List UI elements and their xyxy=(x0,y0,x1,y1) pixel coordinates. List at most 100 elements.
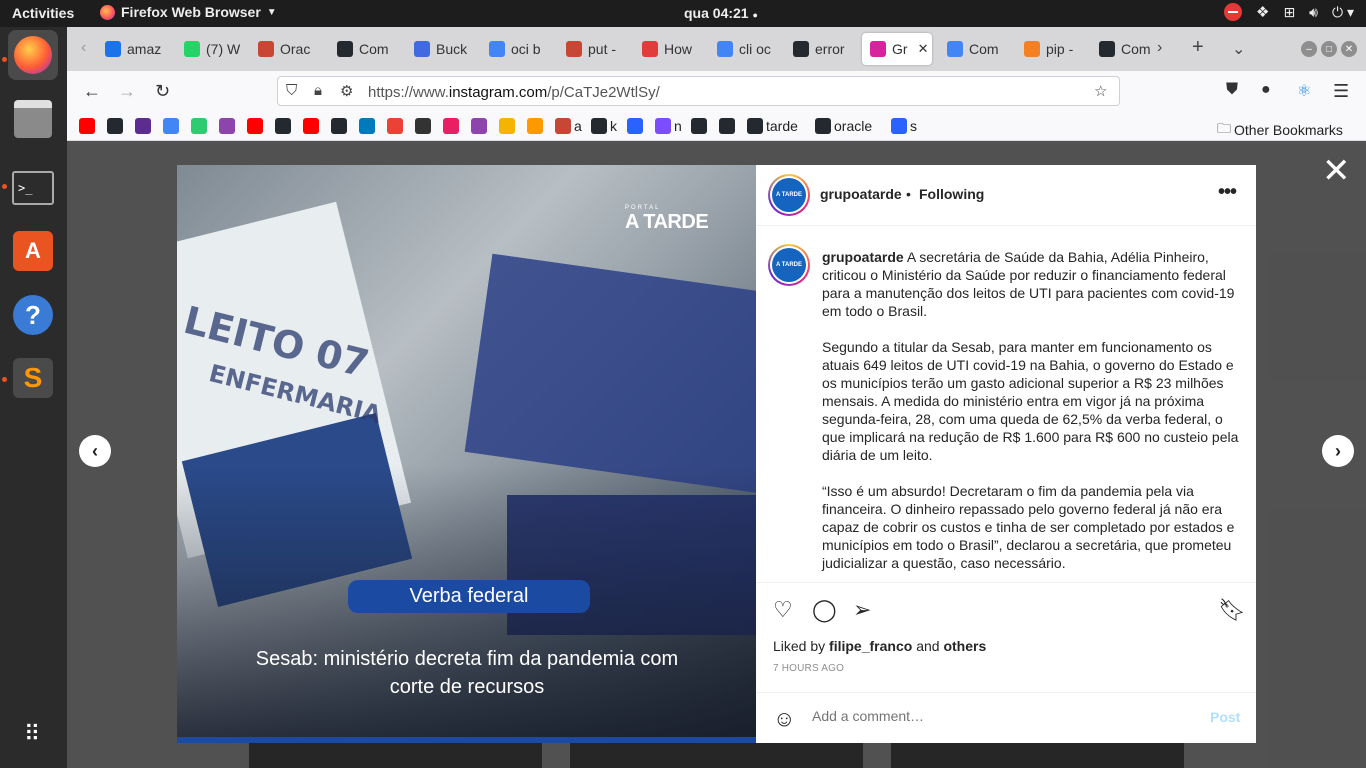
browser-tab[interactable]: pip - xyxy=(1016,33,1086,65)
bookmark-item[interactable] xyxy=(303,118,319,134)
liked-by-others-link[interactable]: others xyxy=(943,638,986,654)
bookmark-star-icon[interactable]: ☆ xyxy=(1094,82,1107,100)
post-author-username[interactable]: grupoatarde xyxy=(820,186,902,202)
previous-post-button[interactable]: ‹ xyxy=(79,435,111,467)
bookmark-item[interactable]: s xyxy=(891,118,917,134)
reload-icon[interactable]: ↻ xyxy=(155,81,170,102)
browser-tab[interactable]: Orac xyxy=(250,33,322,65)
close-tab-icon[interactable]: ✕ xyxy=(918,41,929,57)
bookmark-item[interactable]: a xyxy=(555,118,582,134)
bookmark-item[interactable] xyxy=(499,118,515,134)
react-devtools-icon[interactable]: ⚛ xyxy=(1297,81,1311,101)
bookmark-item[interactable] xyxy=(387,118,403,134)
avatar[interactable]: A TARDE xyxy=(768,244,810,286)
bookmark-item[interactable] xyxy=(719,118,735,134)
maximize-window-icon[interactable]: □ xyxy=(1321,41,1337,57)
network-icon[interactable]: ⊞ xyxy=(1283,4,1295,21)
browser-tab[interactable]: cli oc xyxy=(709,33,779,65)
bookmark-item[interactable] xyxy=(527,118,543,134)
other-bookmarks[interactable]: 🗀 Other Bookmarks xyxy=(1217,118,1343,142)
post-timestamp[interactable]: 7 HOURS AGO xyxy=(773,663,844,674)
app-grid-icon: ⠿ xyxy=(23,721,43,746)
browser-tab[interactable]: Com xyxy=(329,33,401,65)
dock-software[interactable]: A xyxy=(8,226,58,276)
lock-icon[interactable]: 🔒︎ xyxy=(314,82,322,99)
forward-arrow-icon[interactable]: → xyxy=(118,81,136,102)
more-options-icon[interactable]: ••• xyxy=(1218,181,1237,204)
liked-by-username[interactable]: filipe_franco xyxy=(829,638,912,654)
bookmark-item[interactable] xyxy=(443,118,459,134)
browser-tab[interactable]: amaz xyxy=(97,33,167,65)
back-arrow-icon[interactable]: ← xyxy=(83,81,101,102)
comment-input[interactable] xyxy=(812,708,1192,724)
browser-tab[interactable]: put - xyxy=(558,33,628,65)
following-button[interactable]: Following xyxy=(919,186,984,202)
bookmark-item[interactable] xyxy=(691,118,707,134)
browser-tab[interactable]: Gr ✕ xyxy=(862,33,932,65)
bookmark-item[interactable] xyxy=(275,118,291,134)
dock-sublime-text[interactable]: S xyxy=(8,353,58,403)
browser-tab[interactable]: oci b xyxy=(481,33,553,65)
avatar[interactable]: A TARDE xyxy=(768,174,810,216)
comment-icon[interactable]: ◯ xyxy=(812,597,837,623)
bookmark-item[interactable] xyxy=(191,118,207,134)
bookmark-item[interactable]: k xyxy=(591,118,617,134)
tab-scroll-left-icon[interactable]: ‹ xyxy=(81,39,86,57)
next-post-button[interactable]: › xyxy=(1322,435,1354,467)
close-window-icon[interactable]: ✕ xyxy=(1341,41,1357,57)
power-icon[interactable]: ⏻ ▾ xyxy=(1332,4,1354,21)
dock-app-grid[interactable]: ⠿ xyxy=(8,709,58,759)
bookmark-item[interactable] xyxy=(415,118,431,134)
like-heart-icon[interactable]: ♡ xyxy=(773,597,793,623)
bookmark-item[interactable] xyxy=(79,118,95,134)
clock[interactable]: qua 04:21 ● xyxy=(684,5,758,21)
dock-firefox[interactable] xyxy=(8,30,58,80)
bookmark-item[interactable]: tarde xyxy=(747,118,798,134)
bookmark-item[interactable] xyxy=(471,118,487,134)
save-bookmark-icon[interactable]: 🔖︎ xyxy=(1218,597,1246,623)
bookmark-item[interactable] xyxy=(247,118,263,134)
activities-button[interactable]: Activities xyxy=(12,5,74,21)
bookmark-item[interactable] xyxy=(219,118,235,134)
dock-files[interactable] xyxy=(8,94,58,144)
minimize-window-icon[interactable]: – xyxy=(1301,41,1317,57)
browser-tab[interactable]: Com xyxy=(939,33,1009,65)
bookmark-item[interactable] xyxy=(107,118,123,134)
bookmark-item[interactable] xyxy=(331,118,347,134)
caption-username[interactable]: grupoatarde xyxy=(822,249,904,265)
dock-terminal[interactable]: >_ xyxy=(8,163,58,213)
hamburger-menu-icon[interactable]: ☰ xyxy=(1333,81,1349,102)
post-comment-button[interactable]: Post xyxy=(1210,709,1240,725)
bookmark-item[interactable] xyxy=(627,118,643,134)
url-bar[interactable]: ⛉ 🔒︎ ⚙ https://www.instagram.com/p/CaTJe… xyxy=(277,76,1120,106)
emoji-icon[interactable]: ☺ xyxy=(773,706,795,732)
do-not-disturb-icon[interactable] xyxy=(1223,3,1242,21)
dropbox-icon[interactable]: ❖ xyxy=(1256,3,1269,21)
post-image[interactable]: LEITO 07 ENFERMARIA PORTAL A TARDE Verba … xyxy=(177,165,756,743)
list-all-tabs-icon[interactable]: ⌄ xyxy=(1232,39,1245,59)
permissions-icon[interactable]: ⚙ xyxy=(340,82,353,100)
new-tab-icon[interactable]: + xyxy=(1192,36,1204,59)
browser-tab[interactable]: How xyxy=(634,33,704,65)
app-menu[interactable]: Firefox Web Browser ▼ xyxy=(100,4,277,20)
dock-help[interactable]: ? xyxy=(8,290,58,340)
volume-icon[interactable]: 🔊︎ xyxy=(1309,4,1318,21)
pocket-icon[interactable]: ⛊ xyxy=(1226,81,1238,99)
tab-scroll-right-icon[interactable]: › xyxy=(1157,39,1162,57)
browser-tab[interactable]: (7) W xyxy=(176,33,244,65)
bookmark-item[interactable] xyxy=(163,118,179,134)
bookmark-item[interactable]: n xyxy=(655,118,682,134)
shield-icon[interactable]: ⛉ xyxy=(286,82,297,99)
clock-label: qua 04:21 xyxy=(684,5,749,21)
bookmark-item[interactable]: oracle xyxy=(815,118,872,134)
bookmark-item[interactable] xyxy=(135,118,151,134)
share-paper-plane-icon[interactable]: ➢ xyxy=(853,597,871,623)
extension-icon[interactable]: ● xyxy=(1261,81,1271,99)
browser-tab[interactable]: Com xyxy=(1091,33,1157,65)
browser-tab[interactable]: Buck xyxy=(406,33,476,65)
url-text[interactable]: https://www.instagram.com/p/CaTJe2WtlSy/ xyxy=(368,84,660,101)
bookmark-item[interactable] xyxy=(359,118,375,134)
browser-tab[interactable]: error xyxy=(785,33,857,65)
close-modal-icon[interactable]: ✕ xyxy=(1322,154,1351,188)
bookmark-favicon-icon xyxy=(555,118,571,134)
